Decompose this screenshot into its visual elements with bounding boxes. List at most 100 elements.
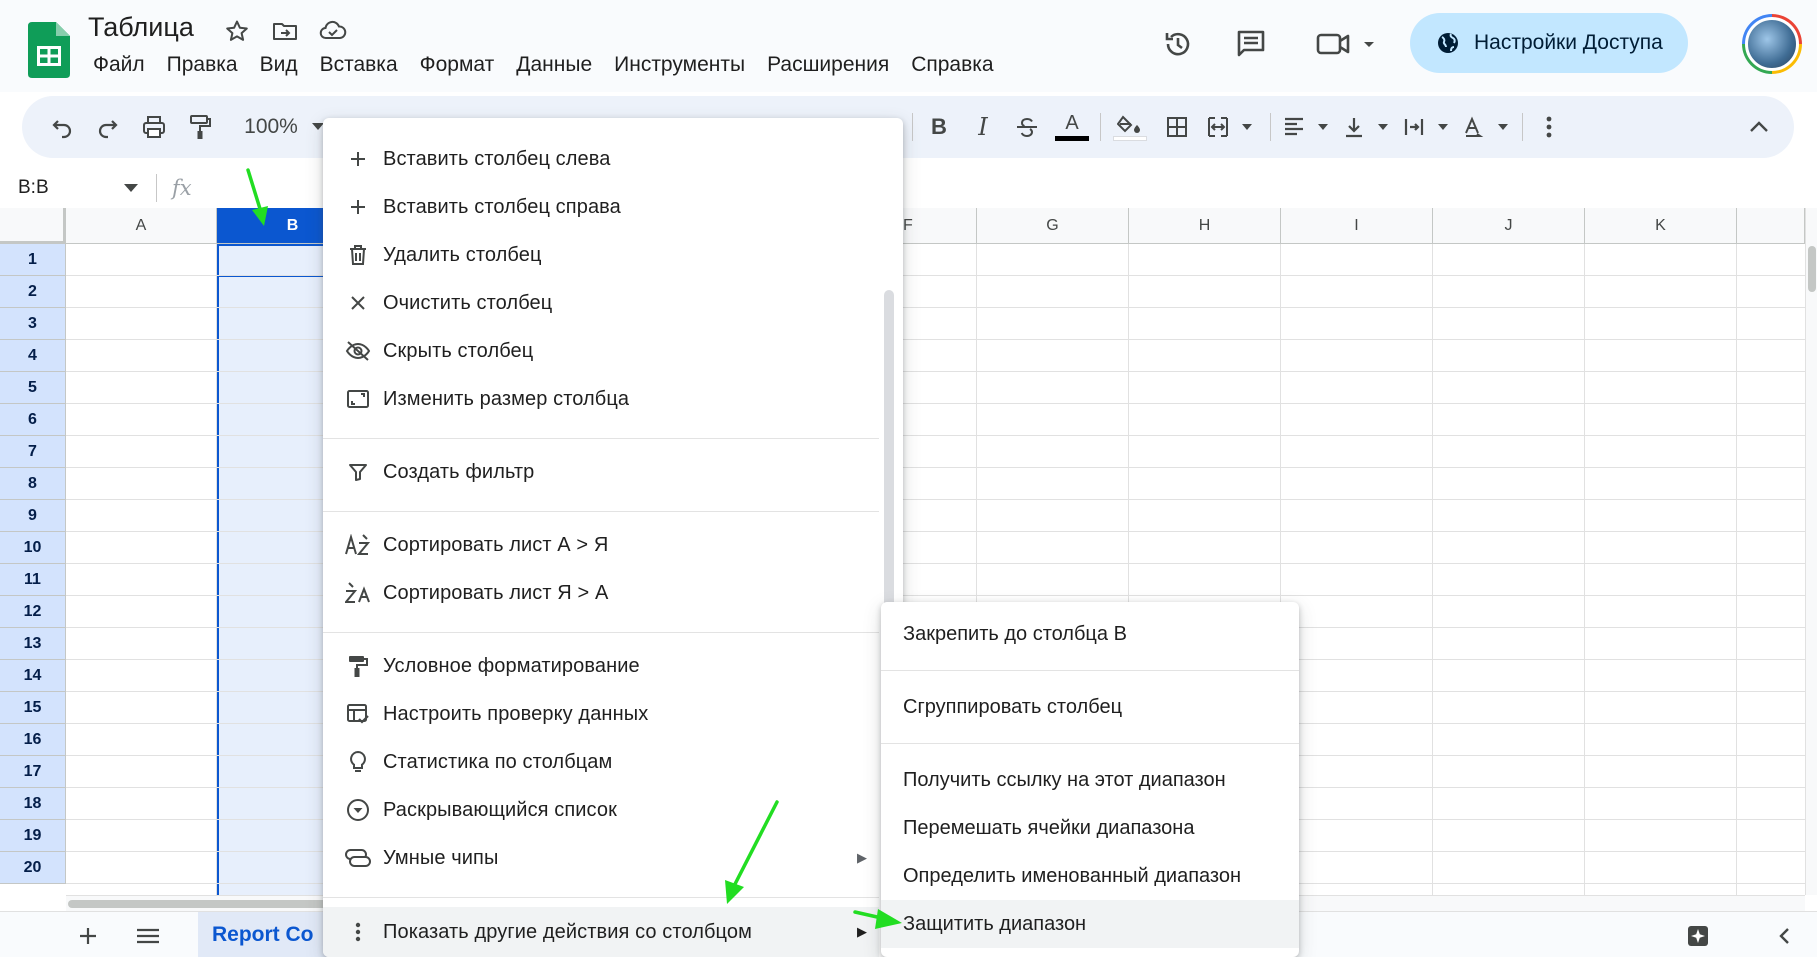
- explore-icon[interactable]: [1680, 918, 1716, 954]
- comments-icon[interactable]: [1229, 22, 1273, 66]
- submenu-arrow-icon: ▶: [857, 924, 867, 939]
- menu-divider: [323, 897, 879, 898]
- star-icon[interactable]: [222, 16, 252, 46]
- menu-item-insert-column-left[interactable]: Вставить столбец слева: [323, 135, 879, 183]
- undo-icon[interactable]: [44, 110, 80, 144]
- menu-file[interactable]: Файл: [82, 50, 156, 80]
- avatar[interactable]: [1742, 14, 1802, 74]
- submenu-item-freeze-to-column[interactable]: Закрепить до столбца B: [881, 610, 1299, 658]
- share-button[interactable]: Настройки Доступа: [1410, 13, 1688, 73]
- text-wrap-icon[interactable]: [1400, 110, 1456, 144]
- bold-icon[interactable]: B: [922, 110, 956, 144]
- fx-icon: fx: [172, 176, 192, 200]
- menu-item-more-column-actions[interactable]: Показать другие действия со столбцом ▶: [323, 907, 879, 957]
- menu-item-resize-column[interactable]: Изменить размер столбца: [323, 375, 879, 423]
- row-header[interactable]: 12: [0, 596, 66, 628]
- row-header[interactable]: 1: [0, 244, 66, 276]
- menu-extensions[interactable]: Расширения: [756, 50, 900, 80]
- vertical-scrollbar[interactable]: [1805, 208, 1817, 895]
- row-header[interactable]: 20: [0, 852, 66, 884]
- all-sheets-menu-icon[interactable]: [130, 918, 166, 954]
- print-icon[interactable]: [136, 110, 172, 144]
- row-header[interactable]: 19: [0, 820, 66, 852]
- row-header[interactable]: 9: [0, 500, 66, 532]
- menu-item-data-validation[interactable]: Настроить проверку данных: [323, 690, 879, 738]
- row-header[interactable]: 6: [0, 404, 66, 436]
- active-cell[interactable]: [217, 244, 329, 277]
- submenu-item-randomize-range[interactable]: Перемешать ячейки диапазона: [881, 804, 1299, 852]
- collapse-toolbar-icon[interactable]: [1742, 110, 1776, 144]
- sheets-logo-icon[interactable]: [28, 22, 70, 78]
- zoom-select[interactable]: 100%: [234, 110, 334, 144]
- menu-item-sort-az[interactable]: Сортировать лист А > Я: [323, 521, 879, 569]
- menu-tools[interactable]: Инструменты: [603, 50, 756, 80]
- borders-icon[interactable]: [1160, 110, 1194, 144]
- menu-item-delete-column[interactable]: Удалить столбец: [323, 231, 879, 279]
- version-history-icon[interactable]: [1156, 22, 1200, 66]
- horizontal-scroll-thumb[interactable]: [68, 900, 328, 908]
- menu-item-smart-chips[interactable]: Умные чипы ▶: [323, 834, 879, 882]
- text-rotation-icon[interactable]: [1460, 110, 1516, 144]
- meet-video-icon[interactable]: [1312, 22, 1382, 66]
- row-header[interactable]: 3: [0, 308, 66, 340]
- row-header[interactable]: 2: [0, 276, 66, 308]
- row-header[interactable]: 7: [0, 436, 66, 468]
- fill-color-icon[interactable]: [1110, 110, 1150, 144]
- eye-off-icon: [343, 336, 373, 366]
- cloud-status-icon[interactable]: [318, 16, 348, 46]
- row-header[interactable]: 17: [0, 756, 66, 788]
- submenu-item-protect-range[interactable]: Защитить диапазон: [881, 900, 1299, 948]
- vertical-align-icon[interactable]: [1340, 110, 1396, 144]
- side-panel-toggle-icon[interactable]: [1766, 918, 1802, 954]
- horizontal-align-icon[interactable]: [1280, 110, 1336, 144]
- name-box-dropdown-icon[interactable]: [124, 184, 138, 192]
- menu-item-column-stats[interactable]: Статистика по столбцам: [323, 738, 879, 786]
- menu-item-dropdown-list[interactable]: Раскрывающийся список: [323, 786, 879, 834]
- row-header[interactable]: 11: [0, 564, 66, 596]
- menu-item-sort-za[interactable]: Сортировать лист Я > А: [323, 569, 879, 617]
- text-color-icon[interactable]: A: [1052, 110, 1092, 144]
- row-header[interactable]: 8: [0, 468, 66, 500]
- column-header-k[interactable]: K: [1585, 208, 1737, 244]
- column-header-h[interactable]: H: [1129, 208, 1281, 244]
- row-header[interactable]: 13: [0, 628, 66, 660]
- row-header[interactable]: 16: [0, 724, 66, 756]
- menu-item-insert-column-right[interactable]: Вставить столбец справа: [323, 183, 879, 231]
- row-header[interactable]: 14: [0, 660, 66, 692]
- add-sheet-icon[interactable]: [70, 918, 106, 954]
- column-header-i[interactable]: I: [1281, 208, 1433, 244]
- italic-icon[interactable]: I: [966, 110, 1000, 144]
- menu-data[interactable]: Данные: [505, 50, 603, 80]
- column-header-a[interactable]: A: [66, 208, 217, 244]
- submenu-item-group-column[interactable]: Сгруппировать столбец: [881, 683, 1299, 731]
- move-folder-icon[interactable]: [270, 16, 300, 46]
- menu-insert[interactable]: Вставка: [309, 50, 409, 80]
- row-header[interactable]: 5: [0, 372, 66, 404]
- row-header[interactable]: 10: [0, 532, 66, 564]
- menu-format[interactable]: Формат: [409, 50, 506, 80]
- menu-item-clear-column[interactable]: Очистить столбец: [323, 279, 879, 327]
- row-header[interactable]: 15: [0, 692, 66, 724]
- menu-help[interactable]: Справка: [900, 50, 1004, 80]
- menu-item-hide-column[interactable]: Скрыть столбец: [323, 327, 879, 375]
- paint-format-icon[interactable]: [182, 110, 218, 144]
- strikethrough-icon[interactable]: [1010, 110, 1044, 144]
- merge-cells-icon[interactable]: [1204, 110, 1260, 144]
- vertical-scroll-thumb[interactable]: [1808, 246, 1816, 292]
- more-vert-icon[interactable]: [1532, 110, 1566, 144]
- redo-icon[interactable]: [90, 110, 126, 144]
- menu-item-create-filter[interactable]: Создать фильтр: [323, 448, 879, 496]
- column-header-g[interactable]: G: [977, 208, 1129, 244]
- document-title[interactable]: Таблица: [88, 12, 194, 43]
- menu-item-conditional-formatting[interactable]: Условное форматирование: [323, 642, 879, 690]
- submenu-item-define-named-range[interactable]: Определить именованный диапазон: [881, 852, 1299, 900]
- column-header-l[interactable]: [1737, 208, 1805, 244]
- select-all-corner[interactable]: [0, 208, 66, 244]
- row-header[interactable]: 4: [0, 340, 66, 372]
- submenu-item-get-range-link[interactable]: Получить ссылку на этот диапазон: [881, 756, 1299, 804]
- column-header-j[interactable]: J: [1433, 208, 1585, 244]
- name-box[interactable]: B:B: [18, 170, 49, 206]
- row-header[interactable]: 18: [0, 788, 66, 820]
- menu-edit[interactable]: Правка: [156, 50, 249, 80]
- menu-view[interactable]: Вид: [249, 50, 309, 80]
